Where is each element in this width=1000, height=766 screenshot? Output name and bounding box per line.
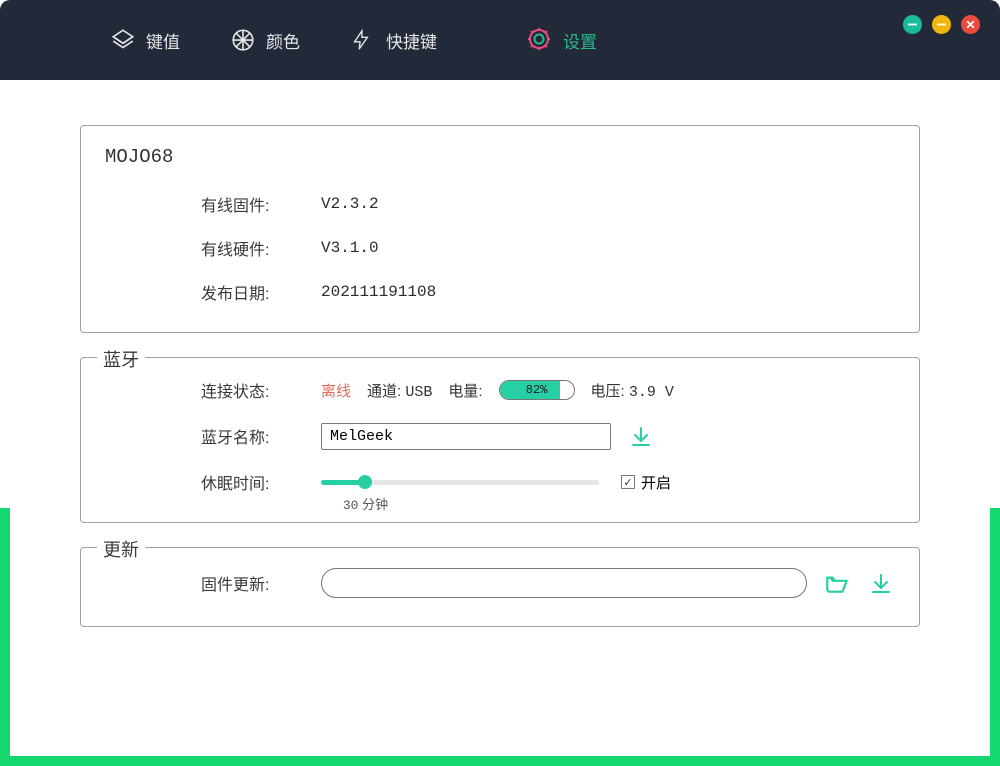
bluetooth-section: 蓝牙 连接状态: 离线 通道: USB 电量: 82% 电压: 3.9 V 蓝牙…: [80, 357, 920, 523]
battery-text: 82%: [500, 383, 574, 397]
sleep-enable-checkbox[interactable]: ✓ 开启: [621, 472, 671, 493]
nav-tab-shortcut[interactable]: 快捷键: [350, 27, 437, 53]
firmware-update-label: 固件更新:: [201, 571, 301, 595]
slider-value-label: 30 分钟: [343, 494, 388, 513]
bt-name-input[interactable]: [321, 423, 611, 450]
nav-tab-settings[interactable]: 设置: [527, 27, 597, 53]
update-section: 更新 固件更新:: [80, 547, 920, 627]
bt-name-label: 蓝牙名称:: [201, 424, 301, 448]
checkbox-box: ✓: [621, 475, 635, 489]
close-button[interactable]: [961, 15, 980, 34]
firmware-path-input[interactable]: [321, 568, 807, 598]
sleep-slider[interactable]: 30 分钟: [321, 480, 599, 485]
lightning-icon: [350, 27, 376, 53]
hardware-label: 有线硬件:: [201, 236, 301, 260]
apply-bt-name-button[interactable]: [627, 422, 655, 450]
titlebar: 键值 颜色 快捷键: [0, 0, 1000, 80]
release-date-label: 发布日期:: [201, 280, 301, 304]
bluetooth-legend: 蓝牙: [97, 346, 145, 372]
nav-label: 颜色: [266, 28, 300, 53]
channel-value: USB: [405, 384, 432, 401]
color-icon: [230, 27, 256, 53]
nav-label: 键值: [146, 28, 180, 53]
maximize-button[interactable]: [903, 15, 922, 34]
minimize-button[interactable]: [932, 15, 951, 34]
update-legend: 更新: [97, 536, 145, 562]
keys-icon: [110, 27, 136, 53]
device-info-section: MOJO68 有线固件: V2.3.2 有线硬件: V3.1.0 发布日期: 2…: [80, 125, 920, 333]
battery-indicator: 82%: [499, 380, 575, 400]
window-controls: [903, 15, 980, 34]
slider-track: [321, 480, 599, 485]
gear-icon: [527, 27, 553, 53]
hardware-value: V3.1.0: [321, 239, 379, 257]
checkbox-label: 开启: [641, 472, 671, 493]
device-name: MOJO68: [105, 146, 895, 168]
voltage-value: 3.9 V: [629, 384, 674, 401]
nav-tab-keys[interactable]: 键值: [110, 27, 180, 53]
voltage-label: 电压:: [591, 383, 625, 400]
firmware-value: V2.3.2: [321, 195, 379, 213]
conn-state-label: 连接状态:: [201, 378, 301, 402]
browse-file-button[interactable]: [823, 569, 851, 597]
nav-tab-color[interactable]: 颜色: [230, 27, 300, 53]
channel-label: 通道:: [367, 383, 401, 400]
conn-status: 离线: [321, 380, 351, 401]
firmware-label: 有线固件:: [201, 192, 301, 216]
release-date-value: 202111191108: [321, 283, 436, 301]
settings-panel: MOJO68 有线固件: V2.3.2 有线硬件: V3.1.0 发布日期: 2…: [10, 80, 990, 756]
slider-thumb[interactable]: [358, 475, 372, 489]
battery-label: 电量:: [448, 380, 482, 401]
nav-label: 快捷键: [386, 28, 437, 53]
nav-label: 设置: [563, 28, 597, 53]
download-firmware-button[interactable]: [867, 569, 895, 597]
sleep-time-label: 休眠时间:: [201, 470, 301, 494]
